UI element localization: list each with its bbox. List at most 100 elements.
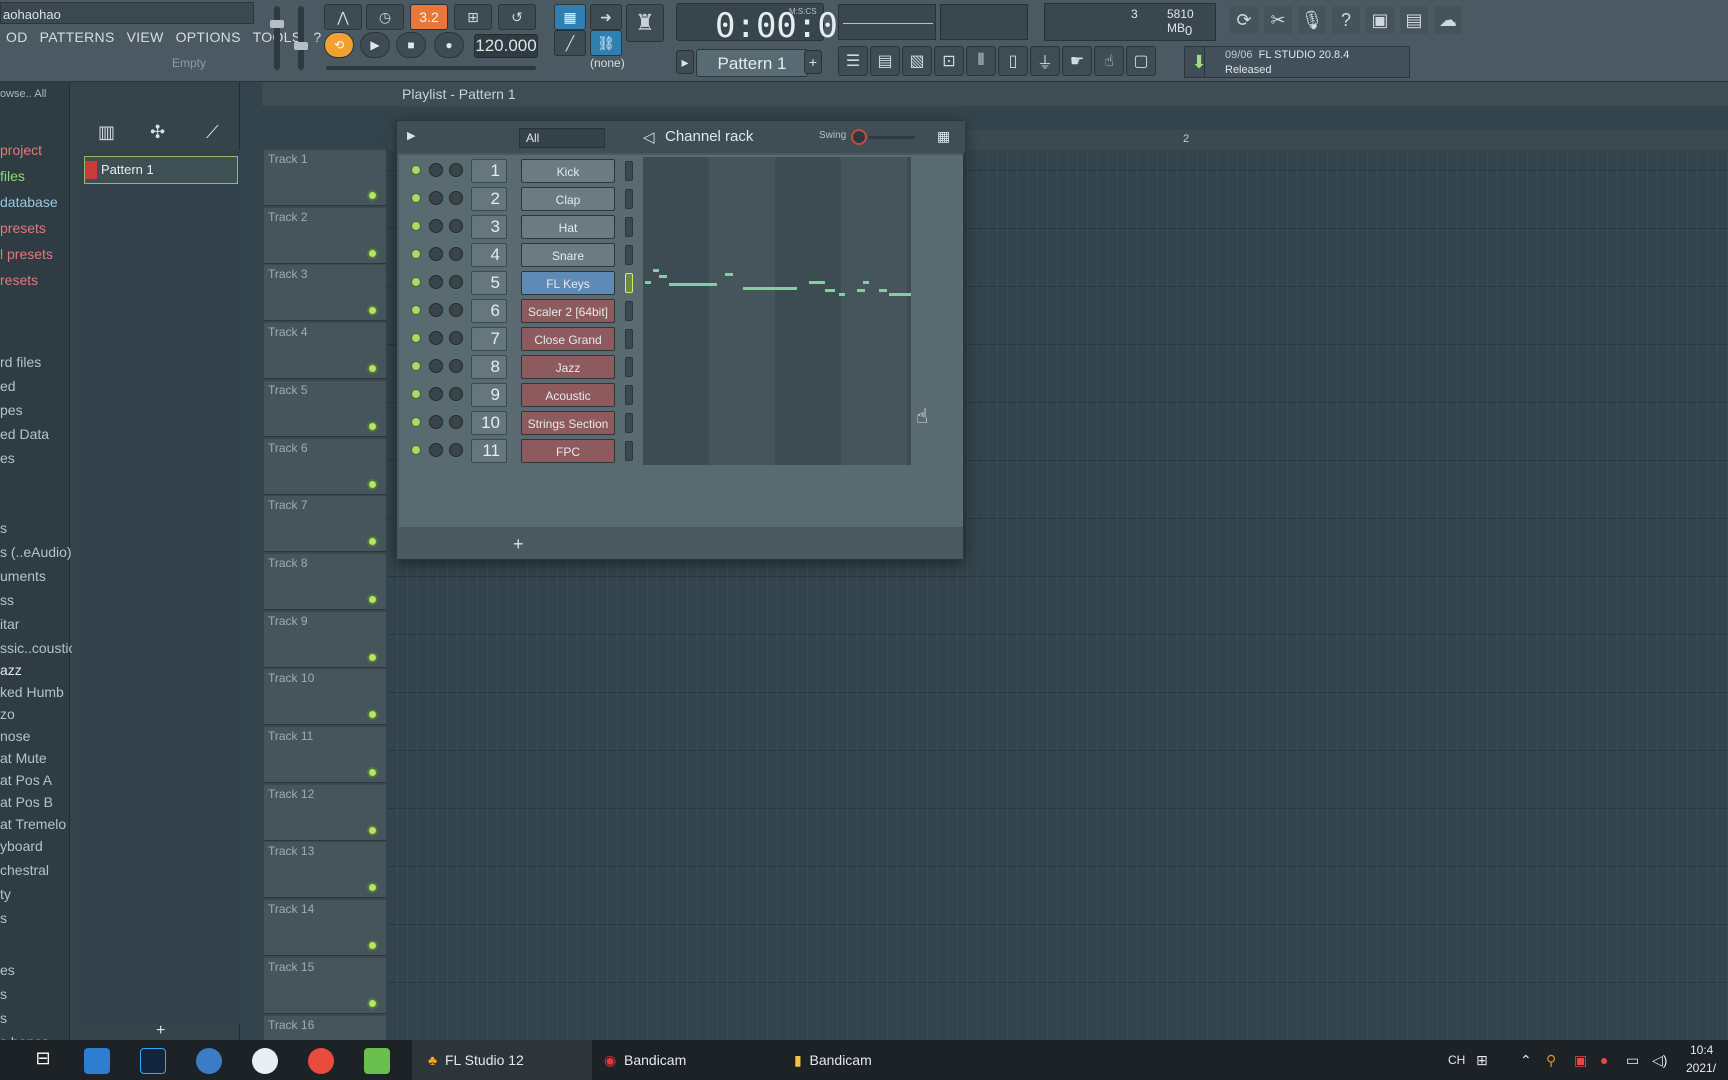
save-as-button[interactable]: ▤ — [1400, 6, 1428, 34]
channel-mixer-track[interactable]: 5 — [471, 271, 507, 295]
browser-item[interactable]: uments — [0, 568, 46, 584]
piano-roll-button[interactable]: ▤ — [870, 46, 900, 76]
channel-mixer-track[interactable]: 8 — [471, 355, 507, 379]
channel-mute-led[interactable] — [411, 277, 421, 287]
channel-pan-knob[interactable] — [429, 219, 443, 233]
track-header[interactable]: Track 6 — [264, 438, 386, 495]
hat-button[interactable]: ♜ — [626, 4, 664, 42]
pattern-song-toggle[interactable]: ⟲ — [324, 32, 354, 58]
piano-icon[interactable]: ▥ — [98, 122, 115, 143]
channel-mute-led[interactable] — [411, 389, 421, 399]
track-mute-led[interactable] — [367, 882, 378, 894]
track-mute-led[interactable] — [367, 420, 378, 432]
track-header[interactable]: Track 14 — [264, 900, 386, 957]
channel-mixer-track[interactable]: 7 — [471, 327, 507, 351]
channel-mixer-track[interactable]: 6 — [471, 299, 507, 323]
channel-pan-knob[interactable] — [429, 387, 443, 401]
player-icon[interactable] — [364, 1048, 390, 1074]
taskbar-bandicam-2[interactable]: ▮ Bandicam — [786, 1040, 962, 1080]
browser-item[interactable]: ked Humb — [0, 684, 64, 700]
countdown-button[interactable]: 3.2 — [410, 4, 448, 30]
track-header[interactable]: Track 3 — [264, 265, 386, 322]
mixer-button[interactable]: ⫴ — [966, 46, 996, 76]
stop-button[interactable]: ■ — [396, 32, 426, 58]
help-button[interactable]: ? — [1332, 6, 1360, 34]
channel-mute-led[interactable] — [411, 445, 421, 455]
master-volume-slider[interactable] — [270, 6, 284, 70]
channel-select-toggle[interactable] — [625, 441, 633, 461]
loop-record-button[interactable]: ↺ — [498, 4, 536, 30]
browser-item[interactable]: ss — [0, 592, 14, 608]
browser-item[interactable]: azz — [0, 662, 22, 678]
browser-item[interactable]: s — [0, 520, 7, 536]
channel-mixer-track[interactable]: 3 — [471, 215, 507, 239]
channel-pan-knob[interactable] — [429, 359, 443, 373]
channel-select-toggle[interactable] — [625, 357, 633, 377]
channel-mixer-track[interactable]: 11 — [471, 439, 507, 463]
clock-date[interactable]: 2021/ — [1686, 1061, 1716, 1075]
channel-mute-led[interactable] — [411, 249, 421, 259]
tray-volume-icon[interactable]: ◁) — [1652, 1040, 1667, 1080]
track-header[interactable]: Track 13 — [264, 842, 386, 899]
input-language[interactable]: CH — [1448, 1040, 1465, 1080]
app-icon-k[interactable] — [84, 1048, 110, 1074]
channel-volume-knob[interactable] — [449, 219, 463, 233]
browser-item[interactable]: pes — [0, 402, 23, 418]
project-title-box[interactable]: aohaohao — [0, 2, 254, 24]
rack-options-arrow[interactable]: ▶ — [407, 129, 415, 142]
track-header[interactable]: Track 1 — [264, 150, 386, 206]
channel-name-button[interactable]: Scaler 2 [64bit] — [521, 299, 615, 323]
track-mute-led[interactable] — [367, 363, 378, 375]
channel-rack-button[interactable]: ▧ — [902, 46, 932, 76]
track-header[interactable]: Track 10 — [264, 669, 386, 726]
tempo-display[interactable]: 120.000 — [474, 34, 538, 58]
channel-select-toggle[interactable] — [625, 273, 633, 293]
taskbar-fl-studio[interactable]: ♣ FL Studio 12 — [412, 1040, 592, 1080]
channel-select-toggle[interactable] — [625, 161, 633, 181]
channel-pan-knob[interactable] — [429, 331, 443, 345]
channel-mixer-track[interactable]: 1 — [471, 159, 507, 183]
channel-name-button[interactable]: Kick — [521, 159, 615, 183]
track-mute-led[interactable] — [367, 593, 378, 605]
browser-item[interactable]: rd files — [0, 354, 41, 370]
channel-name-button[interactable]: Clap — [521, 187, 615, 211]
mini-window-button[interactable]: ▢ — [1126, 46, 1156, 76]
audio-icon[interactable]: ✣ — [150, 122, 165, 143]
channel-name-button[interactable]: Hat — [521, 215, 615, 239]
browser-header[interactable]: owse.. All — [0, 88, 46, 100]
pattern-item[interactable]: Pattern 1 — [84, 156, 238, 184]
channel-volume-knob[interactable] — [449, 303, 463, 317]
browser-item[interactable]: at Mute — [0, 750, 47, 766]
song-position-slider[interactable] — [326, 66, 536, 70]
channel-name-button[interactable]: Strings Section — [521, 411, 615, 435]
menu-item-options[interactable]: OPTIONS — [170, 26, 247, 48]
link-button[interactable]: ⛓ — [590, 30, 622, 56]
graph-editor-icon[interactable]: ▦ — [937, 128, 950, 145]
track-mute-led[interactable] — [367, 997, 378, 1009]
clock-time[interactable]: 10:4 — [1690, 1043, 1713, 1057]
channel-select-toggle[interactable] — [625, 413, 633, 433]
channel-name-button[interactable]: Close Grand — [521, 327, 615, 351]
browser-item[interactable]: at Pos A — [0, 772, 52, 788]
channel-mixer-track[interactable]: 9 — [471, 383, 507, 407]
record-button[interactable]: ● — [434, 32, 464, 58]
task-view-icon[interactable]: ⊟ — [30, 1048, 56, 1074]
channel-mute-led[interactable] — [411, 305, 421, 315]
channel-select-toggle[interactable] — [625, 189, 633, 209]
track-header[interactable]: Track 2 — [264, 207, 386, 264]
browser-item[interactable]: zo — [0, 706, 15, 722]
news-panel[interactable]: 09/06 FL STUDIO 20.8.4 Released — [1204, 46, 1410, 78]
browser-item[interactable]: project — [0, 142, 42, 158]
browser-item[interactable]: ssic..coustic — [0, 640, 75, 656]
track-mute-led[interactable] — [367, 651, 378, 663]
channel-mute-led[interactable] — [411, 361, 421, 371]
track-mute-led[interactable] — [367, 305, 378, 317]
track-mute-led[interactable] — [367, 536, 378, 548]
track-header[interactable]: Track 7 — [264, 496, 386, 553]
swing-knob[interactable] — [851, 129, 867, 145]
save-button[interactable]: ▣ — [1366, 6, 1394, 34]
channel-select-toggle[interactable] — [625, 329, 633, 349]
mic-button[interactable]: 🎙 — [1298, 6, 1326, 34]
channel-pan-knob[interactable] — [429, 443, 443, 457]
browser-item[interactable]: files — [0, 168, 25, 184]
